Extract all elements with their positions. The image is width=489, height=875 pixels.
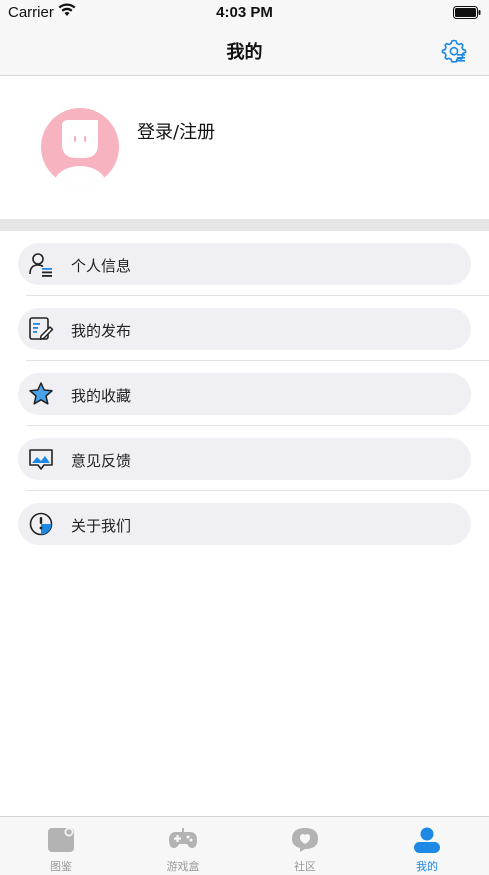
menu-item-label: 意见反馈 — [71, 452, 132, 470]
menu-item-favorites[interactable]: 我的收藏 — [0, 361, 489, 426]
tab-mine[interactable]: 我的 — [366, 817, 488, 875]
section-divider — [0, 219, 489, 231]
menu-pill[interactable]: 意见反馈 — [18, 438, 471, 480]
menu-list: 个人信息 我的发布 我的收藏 意见反馈 关于我们 — [0, 231, 489, 556]
page-title: 我的 — [226, 42, 263, 63]
feedback-icon — [29, 449, 53, 470]
gamepad-icon — [169, 828, 197, 848]
tab-label: 图鉴 — [50, 860, 72, 873]
clock: 4:03 PM — [216, 4, 273, 21]
menu-item-label: 我的收藏 — [71, 387, 132, 405]
star-icon — [29, 382, 53, 405]
info-icon — [29, 512, 53, 536]
tab-bar: 图鉴 游戏盒 社区 我的 — [0, 816, 489, 875]
login-register-link[interactable]: 登录/注册 — [137, 118, 215, 144]
menu-item-label: 关于我们 — [71, 517, 132, 535]
menu-item-label: 个人信息 — [71, 257, 132, 275]
tab-game-box[interactable]: 游戏盒 — [122, 817, 244, 875]
tab-community[interactable]: 社区 — [244, 817, 366, 875]
avatar-icon[interactable] — [41, 108, 119, 186]
catalog-icon — [48, 827, 74, 852]
menu-item-profile-info[interactable]: 个人信息 — [0, 231, 489, 296]
navigation-bar: 我的 — [0, 26, 489, 76]
status-bar: Carrier 4:03 PM — [0, 0, 489, 26]
menu-item-about[interactable]: 关于我们 — [0, 491, 489, 556]
menu-pill[interactable]: 关于我们 — [18, 503, 471, 545]
menu-pill[interactable]: 个人信息 — [18, 243, 471, 285]
settings-gear-icon[interactable] — [441, 38, 467, 64]
profile-header[interactable]: 登录/注册 — [0, 77, 489, 219]
menu-pill[interactable]: 我的发布 — [18, 308, 471, 350]
menu-item-label: 我的发布 — [71, 322, 132, 340]
user-icon — [414, 827, 440, 853]
tab-catalog[interactable]: 图鉴 — [0, 817, 122, 875]
tab-label: 游戏盒 — [166, 860, 200, 873]
tab-label: 我的 — [416, 860, 438, 873]
menu-pill[interactable]: 我的收藏 — [18, 373, 471, 415]
edit-note-icon — [29, 317, 54, 340]
person-info-icon — [29, 253, 52, 277]
menu-item-my-posts[interactable]: 我的发布 — [0, 296, 489, 361]
menu-item-feedback[interactable]: 意见反馈 — [0, 426, 489, 491]
battery-icon — [453, 6, 481, 19]
tab-label: 社区 — [294, 860, 316, 873]
chat-bubble-icon — [292, 828, 318, 852]
